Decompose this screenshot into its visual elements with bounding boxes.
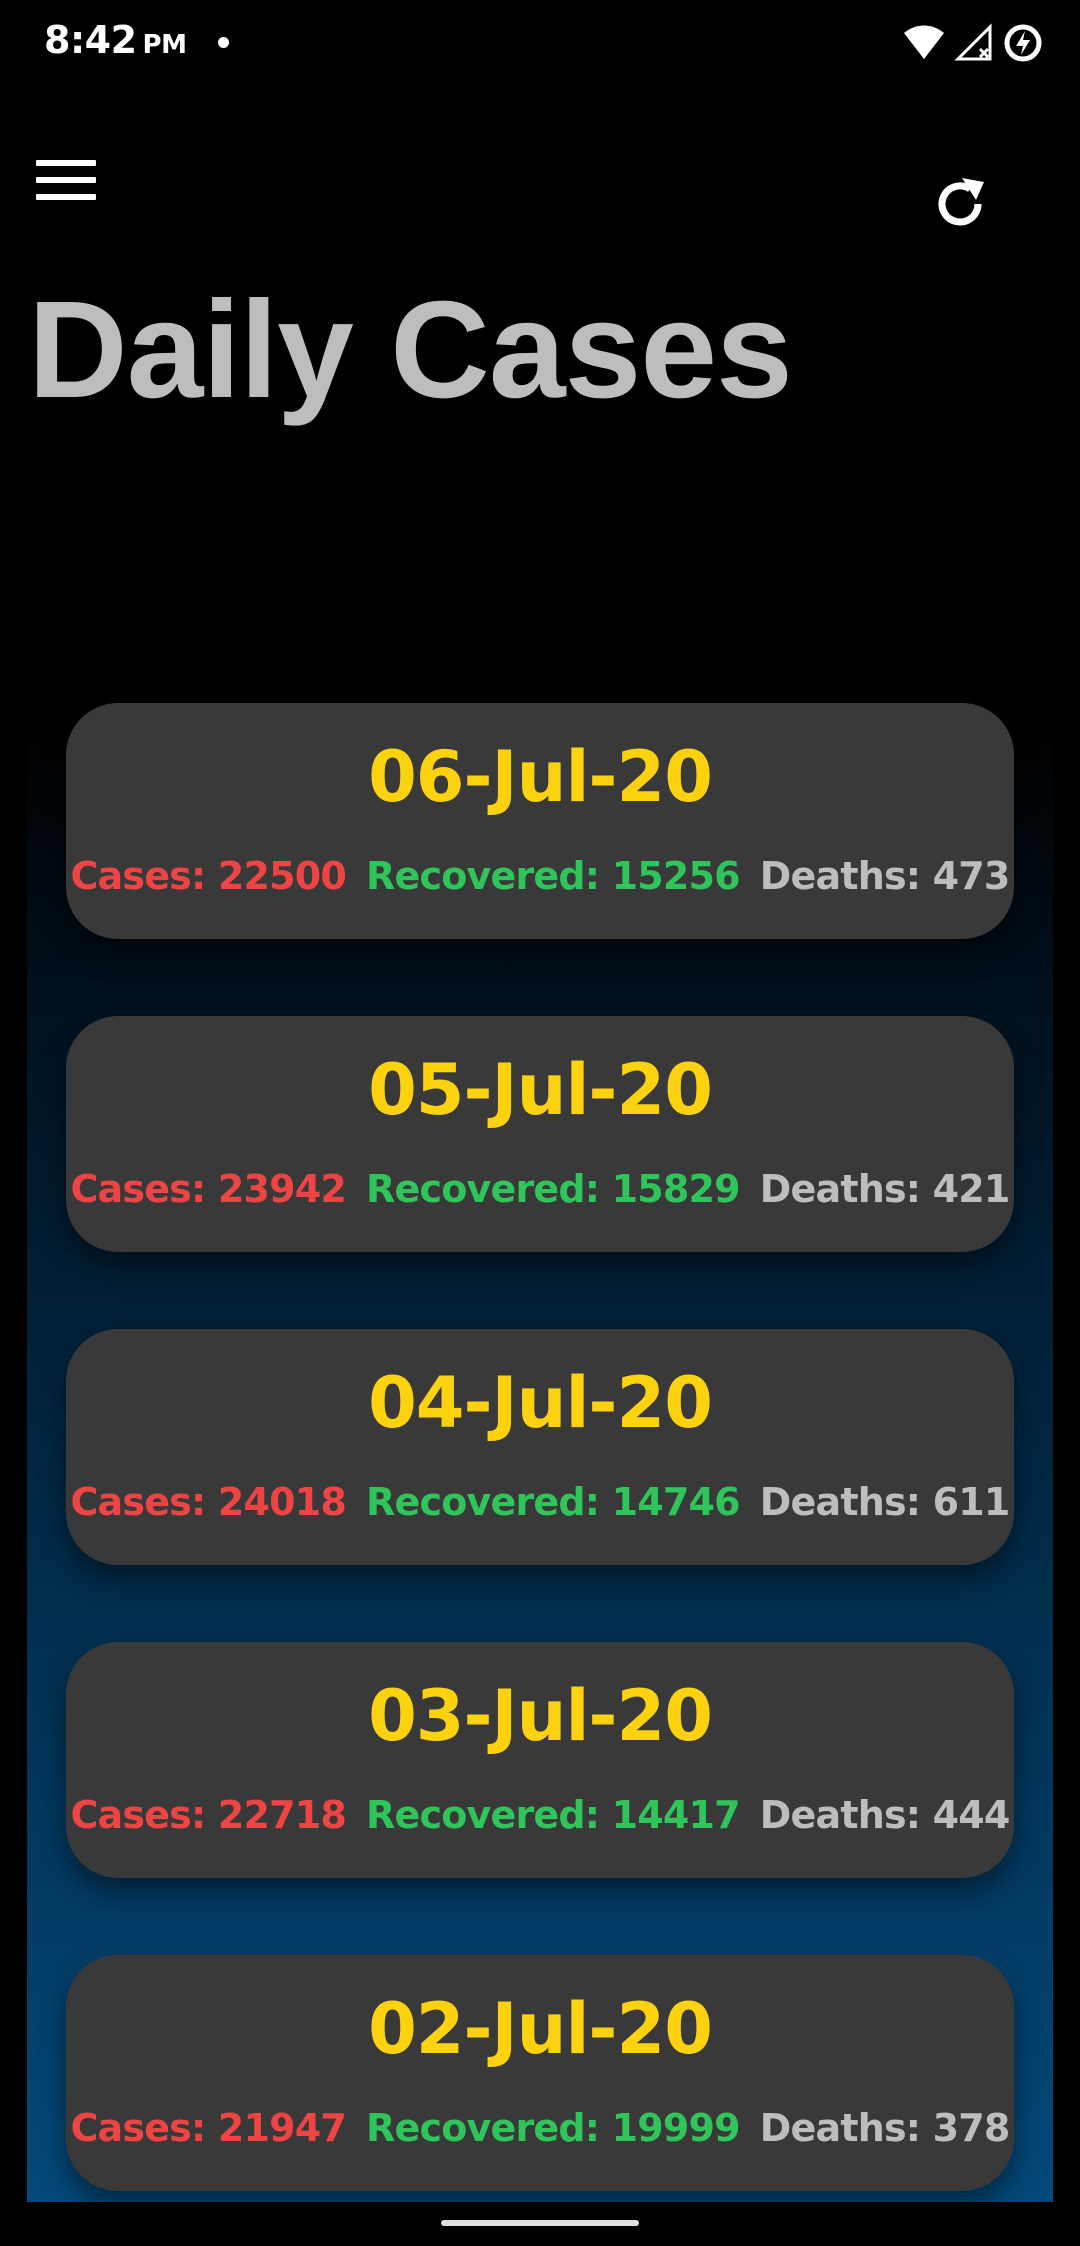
cases-count: Cases: 22718 — [70, 1793, 347, 1837]
menu-button[interactable] — [30, 150, 102, 210]
recovered-count: Recovered: 14417 — [366, 1793, 741, 1837]
refresh-button[interactable] — [924, 170, 996, 242]
battery-saver-icon — [1002, 22, 1044, 64]
status-time-value: 8:42 — [44, 18, 137, 62]
recovered-count: Recovered: 19999 — [366, 2106, 741, 2150]
recovered-count: Recovered: 15829 — [366, 1167, 741, 1211]
status-ampm: PM — [142, 30, 187, 60]
home-indicator[interactable] — [441, 2220, 639, 2226]
menu-icon-line-middle — [36, 177, 96, 183]
recovered-count: Recovered: 14746 — [366, 1480, 741, 1524]
daily-case-card[interactable]: 06-Jul-20 Cases: 22500 Recovered: 15256 … — [66, 703, 1014, 939]
page-title: Daily Cases — [28, 273, 793, 427]
system-nav-bar — [0, 2202, 1080, 2246]
deaths-count: Deaths: 378 — [759, 2106, 1011, 2150]
refresh-icon — [930, 174, 990, 239]
deaths-count: Deaths: 611 — [759, 1480, 1011, 1524]
signal-off-icon — [954, 23, 994, 63]
app-screen: 8:42 PM Daily Cases 06-Jul-20 Cases: 225… — [0, 0, 1080, 2246]
deaths-count: Deaths: 473 — [759, 854, 1011, 898]
cases-count: Cases: 22500 — [70, 854, 347, 898]
card-date: 04-Jul-20 — [368, 1362, 713, 1444]
menu-icon-line-bottom — [36, 194, 96, 200]
cases-count: Cases: 24018 — [70, 1480, 347, 1524]
deaths-count: Deaths: 421 — [759, 1167, 1011, 1211]
daily-case-card[interactable]: 02-Jul-20 Cases: 21947 Recovered: 19999 … — [66, 1955, 1014, 2191]
card-date: 03-Jul-20 — [368, 1675, 713, 1757]
daily-case-card[interactable]: 04-Jul-20 Cases: 24018 Recovered: 14746 … — [66, 1329, 1014, 1565]
status-bar: 8:42 PM — [0, 0, 1080, 84]
notification-dot-icon — [218, 37, 229, 48]
daily-case-card[interactable]: 05-Jul-20 Cases: 23942 Recovered: 15829 … — [66, 1016, 1014, 1252]
daily-case-card[interactable]: 03-Jul-20 Cases: 22718 Recovered: 14417 … — [66, 1642, 1014, 1878]
cases-count: Cases: 21947 — [70, 2106, 347, 2150]
card-date: 06-Jul-20 — [368, 736, 713, 818]
card-date: 05-Jul-20 — [368, 1049, 713, 1131]
card-stats: Cases: 23942 Recovered: 15829 Deaths: 42… — [66, 1166, 1014, 1212]
card-stats: Cases: 21947 Recovered: 19999 Deaths: 37… — [66, 2105, 1014, 2151]
card-stats: Cases: 22718 Recovered: 14417 Deaths: 44… — [66, 1792, 1014, 1838]
cases-count: Cases: 23942 — [70, 1167, 347, 1211]
card-stats: Cases: 24018 Recovered: 14746 Deaths: 61… — [66, 1479, 1014, 1525]
menu-icon-line-top — [36, 160, 96, 166]
cases-panel: 06-Jul-20 Cases: 22500 Recovered: 15256 … — [27, 518, 1053, 2202]
card-date: 02-Jul-20 — [368, 1988, 713, 2070]
status-icons — [902, 22, 1044, 64]
card-stats: Cases: 22500 Recovered: 15256 Deaths: 47… — [66, 853, 1014, 899]
deaths-count: Deaths: 444 — [759, 1793, 1011, 1837]
wifi-icon — [902, 23, 946, 63]
recovered-count: Recovered: 15256 — [366, 854, 741, 898]
status-clock: 8:42 PM — [44, 18, 187, 62]
